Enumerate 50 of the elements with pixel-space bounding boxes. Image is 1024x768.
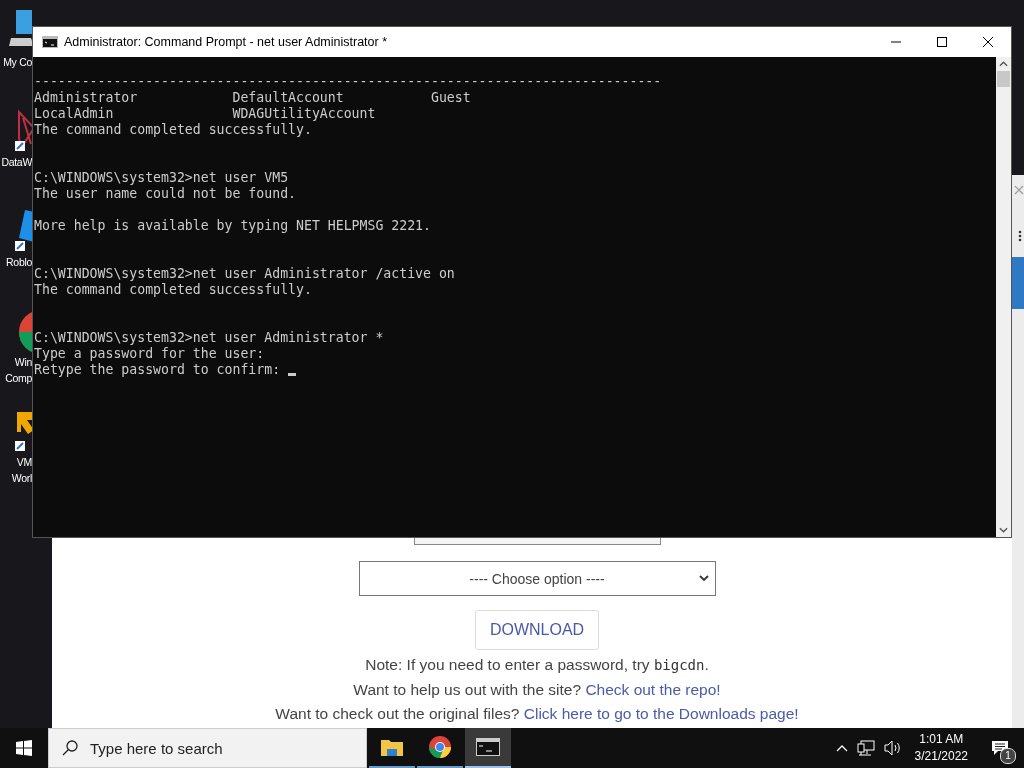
clock-time[interactable]: 1:01 AM [919, 731, 964, 748]
console-line: Type a password for the user: [34, 346, 265, 362]
icon-label: VM [16, 455, 32, 470]
console-line: The command completed successfully. [34, 122, 312, 138]
icon-label: Worl [11, 471, 32, 486]
more-icon[interactable] [1018, 230, 1022, 242]
console-line: The command completed successfully. [34, 282, 312, 298]
windows-icon [16, 740, 32, 756]
chevron-icon [698, 575, 709, 581]
page-link[interactable]: Click here to go to the Downloads page! [523, 705, 799, 722]
icon-label: My Co [3, 55, 32, 70]
scrollbar[interactable] [996, 57, 1011, 537]
icon-label: Win [14, 355, 32, 370]
page-link[interactable]: Check out the repo! [585, 681, 721, 698]
console-line: Retype the password to confirm: [34, 362, 282, 378]
console-line: The user name could not be found. [34, 186, 296, 202]
window-title: Administrator: Command Prompt - net user Administrator * [64, 35, 389, 49]
chrome-icon [428, 735, 452, 759]
close-icon [983, 37, 993, 47]
network-icon[interactable] [856, 740, 875, 756]
option-select[interactable]: ---- Choose option ---- [358, 561, 716, 596]
scroll-thumb[interactable] [997, 71, 1010, 87]
folder-icon [380, 737, 404, 757]
note-text: Want to help us out with the site? Check out the repo! [353, 680, 721, 699]
search-icon [62, 740, 78, 756]
terminal-icon [476, 738, 500, 756]
maximize-icon [937, 37, 947, 47]
console-line: Administrator DefaultAccount Guest [34, 90, 471, 106]
icon-label: DataW [1, 155, 32, 170]
volume-icon[interactable] [883, 740, 902, 756]
icon-label: Roblo [6, 255, 32, 270]
terminal-app[interactable] [465, 728, 511, 768]
scroll-up-icon[interactable] [999, 61, 1008, 67]
download-button[interactable]: DOWNLOAD [475, 610, 599, 650]
console-line: LocalAdmin WDAGUtilityAccount [34, 106, 376, 122]
clock-date[interactable]: 3/21/2022 [914, 748, 968, 765]
terminal-icon [42, 36, 58, 48]
console-line: ------------------------------------------------------------------------------- [34, 74, 662, 90]
caret-up-icon[interactable] [835, 744, 848, 752]
scroll-down-icon[interactable] [999, 527, 1008, 533]
notification-badge: 1 [1000, 748, 1016, 764]
search-field[interactable]: Type here to search [48, 728, 367, 768]
console-line: C:\WINDOWS\system32>net user Administrator /active on [34, 266, 455, 282]
note-text: Note: If you need to enter a password, try bigcdn. [365, 655, 709, 675]
console-line: More help is available by typing NET HELPMSG 2221. [34, 218, 431, 234]
icon-label: Comp [5, 371, 32, 386]
note-text: Want to check out the original files? Click here to go to the Downloads page! [275, 704, 799, 723]
console-line: C:\WINDOWS\system32>net user Administrator * [34, 330, 384, 346]
console-line: C:\WINDOWS\system32>net user VM5 [34, 170, 289, 186]
notification-button[interactable]: 1 [986, 734, 1014, 762]
